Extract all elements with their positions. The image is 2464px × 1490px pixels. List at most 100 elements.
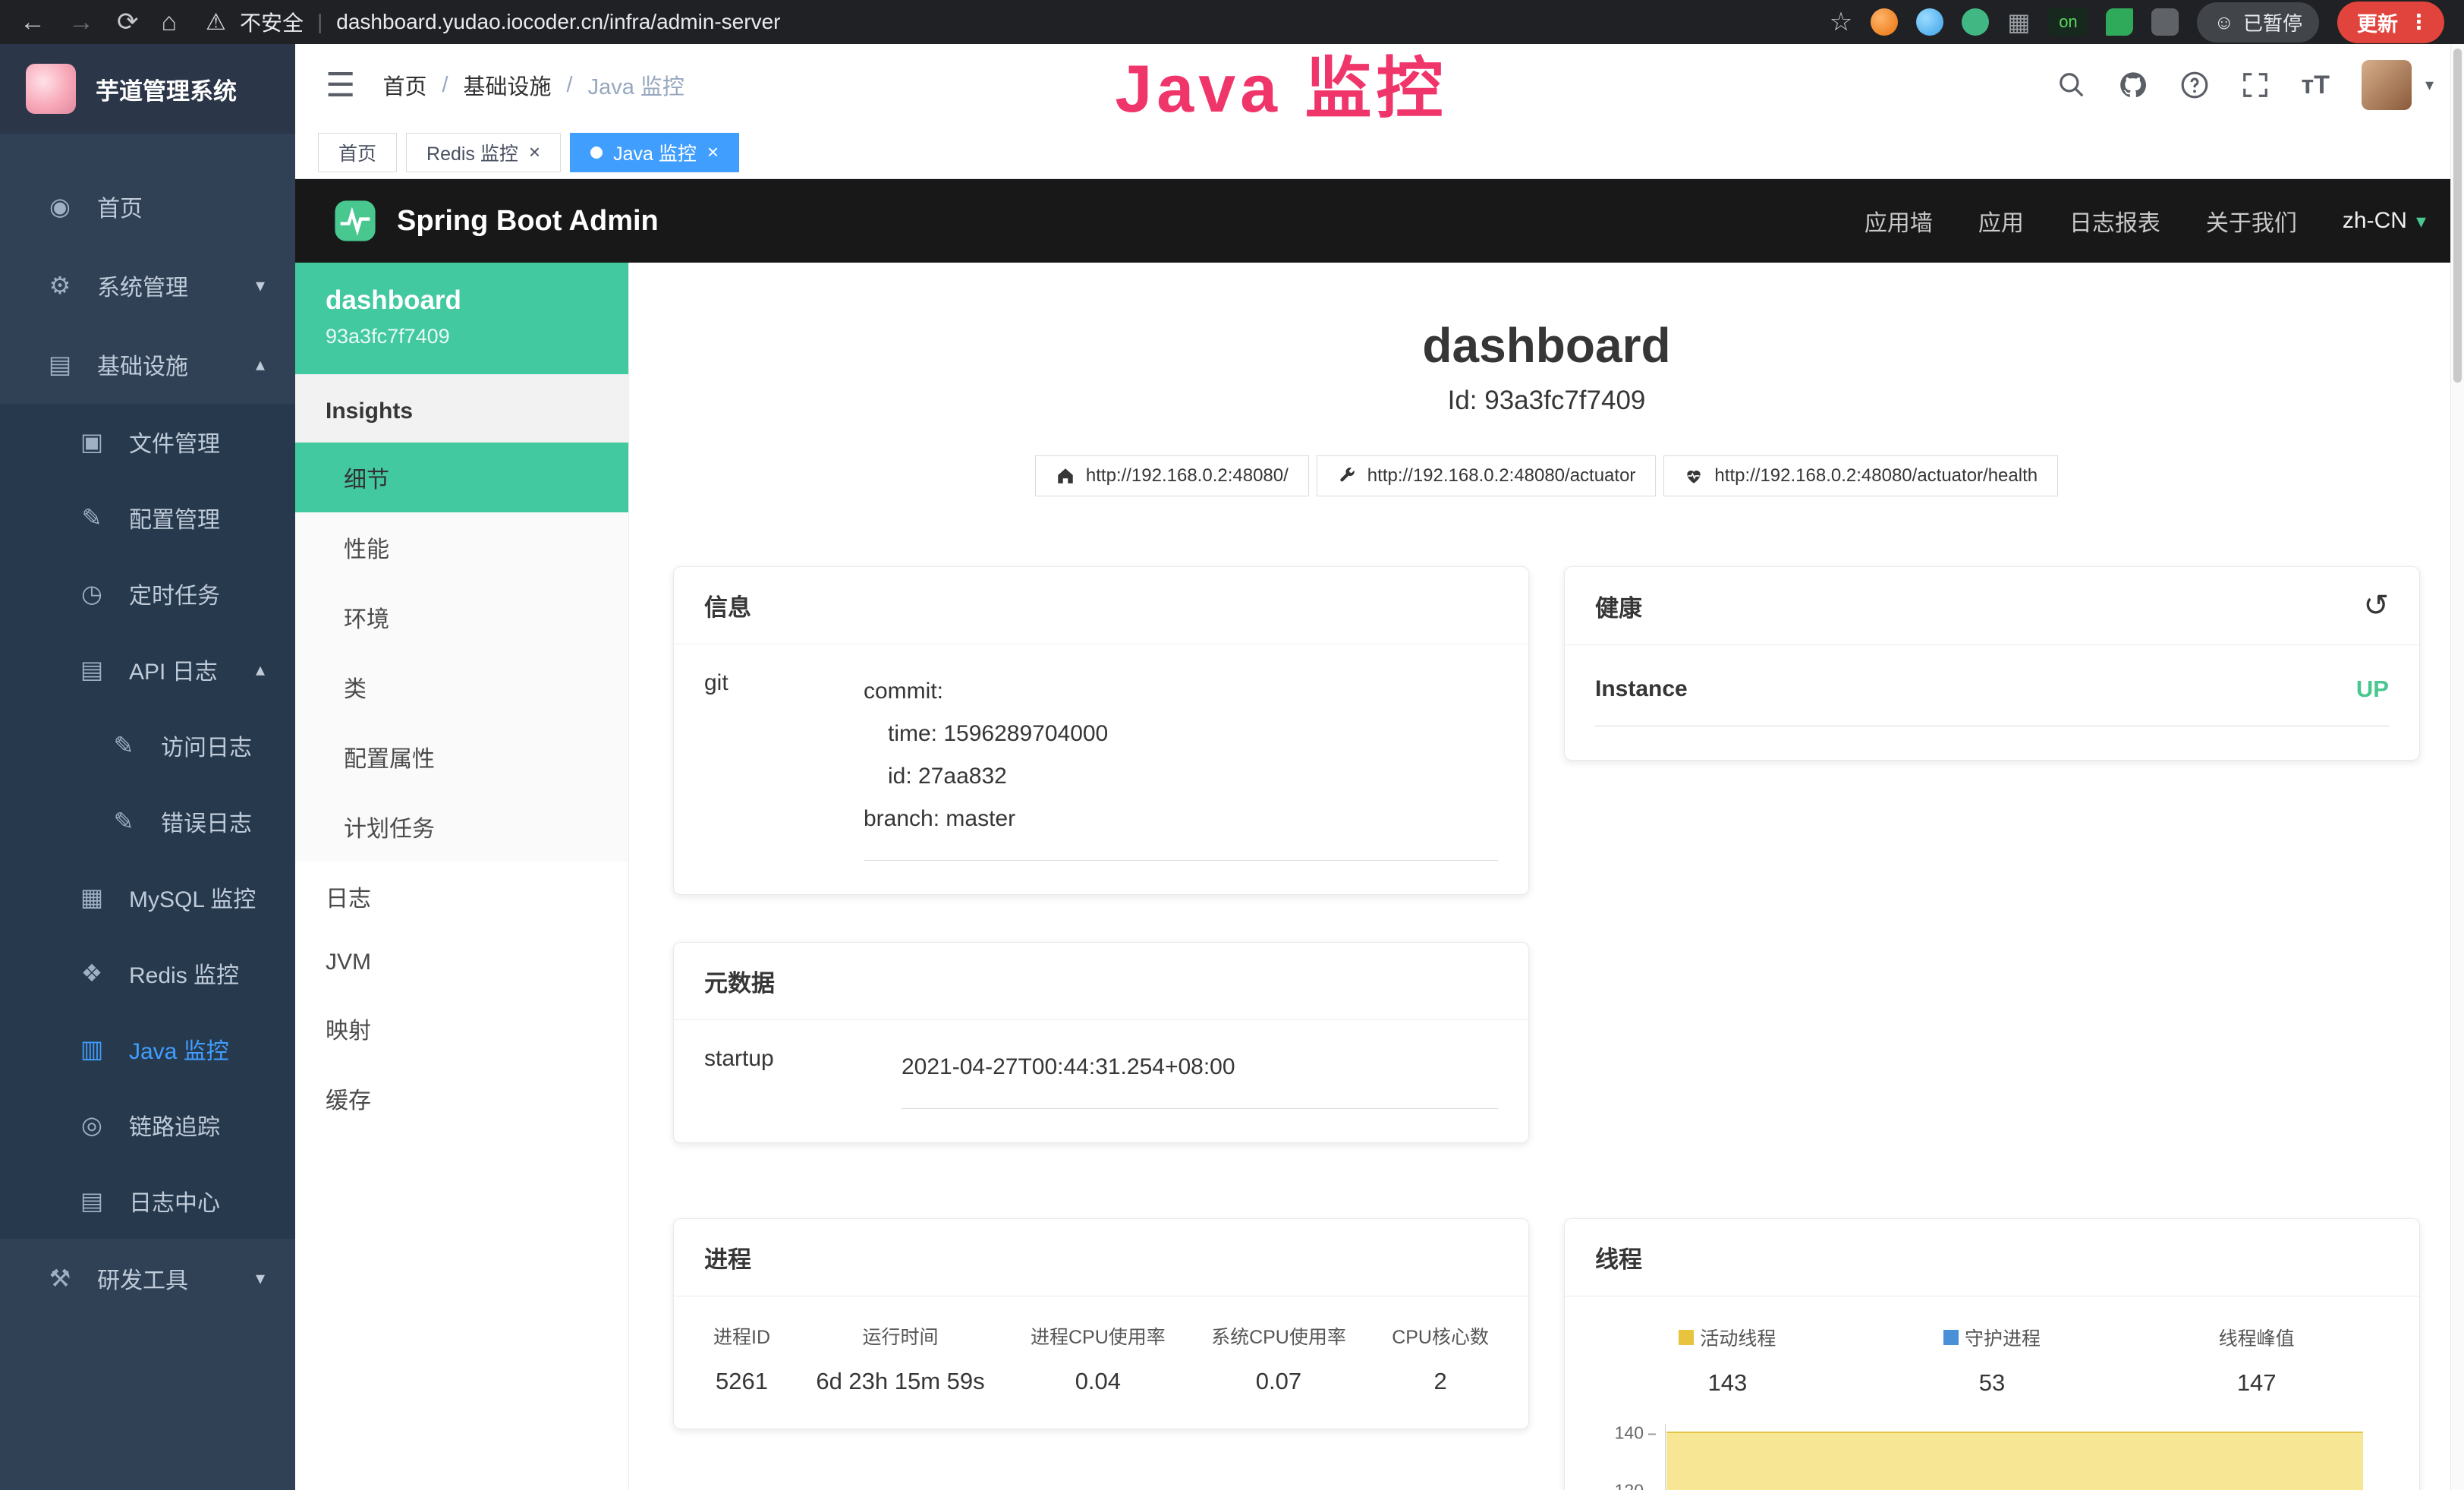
sidebar-logo-area[interactable]: 芋道管理系统 (0, 44, 295, 134)
sidebar-item-log-center[interactable]: ▤ 日志中心 (0, 1163, 295, 1239)
sba-menu-config-props[interactable]: 配置属性 (295, 722, 628, 792)
sba-nav-applications[interactable]: 应用 (1978, 204, 2024, 238)
avatar[interactable] (2362, 60, 2412, 110)
sba-menu-caches[interactable]: 缓存 (295, 1063, 628, 1133)
chevron-up-icon: ▴ (256, 354, 265, 376)
search-icon[interactable] (2057, 71, 2086, 99)
sba-instance-header[interactable]: dashboard 93a3fc7f7409 (295, 263, 628, 374)
address-bar[interactable]: ⚠ 不安全 | dashboard.yudao.iocoder.cn/infra… (206, 7, 780, 37)
sba-sidebar: dashboard 93a3fc7f7409 Insights 细节 性能 环境… (295, 263, 629, 1490)
sba-menu-logs[interactable]: 日志 (295, 862, 628, 931)
annotation-overlay-text: Java 监控 (1115, 35, 1447, 131)
link-label: http://192.168.0.2:48080/actuator/health (1714, 465, 2038, 487)
sidebar-item-config-management[interactable]: ✎ 配置管理 (0, 480, 295, 556)
sidebar-item-dev-tools[interactable]: ⚒ 研发工具 ▾ (0, 1239, 295, 1318)
extension-icon-orange[interactable] (1871, 8, 1898, 36)
extension-on-badge[interactable]: on (2048, 8, 2088, 36)
sba-nav-about[interactable]: 关于我们 (2206, 204, 2297, 238)
chevron-down-icon: ▾ (256, 275, 265, 297)
sba-menu-scheduled-tasks[interactable]: 计划任务 (295, 792, 628, 862)
forward-icon[interactable]: → (68, 8, 94, 37)
sidebar-item-home[interactable]: ◉ 首页 (0, 167, 295, 246)
sba-navbar: Spring Boot Admin 应用墙 应用 日志报表 关于我们 zh-CN… (295, 179, 2464, 263)
sidebar-item-file-management[interactable]: ▣ 文件管理 (0, 404, 295, 480)
instance-actuator-link[interactable]: http://192.168.0.2:48080/actuator (1317, 455, 1657, 496)
sidebar-item-tracing[interactable]: ◎ 链路追踪 (0, 1087, 295, 1163)
sba-menu-details[interactable]: 细节 (295, 443, 628, 512)
scrollbar-thumb[interactable] (2453, 49, 2462, 383)
threads-legend: 活动线程 143 守护进程 (1595, 1324, 2389, 1397)
help-icon[interactable] (2180, 71, 2209, 99)
gear-icon: ⚙ (44, 271, 76, 300)
fullscreen-icon[interactable] (2241, 71, 2270, 99)
sba-nav-journal[interactable]: 日志报表 (2069, 204, 2160, 238)
chrome-update-button[interactable]: 更新 ⋮ (2337, 2, 2444, 43)
sidebar-item-label: Java 监控 (129, 1032, 229, 1066)
back-icon[interactable]: ← (20, 8, 46, 37)
github-icon[interactable] (2118, 70, 2148, 100)
sba-menu-jvm[interactable]: JVM (295, 931, 628, 994)
sidebar-item-error-logs[interactable]: ✎ 错误日志 (0, 783, 295, 859)
extensions-puzzle-icon[interactable] (2151, 8, 2179, 36)
reload-icon[interactable]: ⟳ (117, 7, 139, 37)
close-icon[interactable]: × (707, 140, 719, 164)
sba-menu-group-insights: Insights (295, 374, 628, 443)
sba-menu-mappings[interactable]: 映射 (295, 994, 628, 1063)
process-card: 进程 进程ID 5261 运行时间 6d 23h 15m 59 (673, 1218, 1529, 1429)
instance-health-link[interactable]: http://192.168.0.2:48080/actuator/health (1663, 455, 2058, 496)
paused-badge[interactable]: ☺ 已暂停 (2197, 2, 2319, 43)
sidebar-item-scheduled-tasks[interactable]: ◷ 定时任务 (0, 556, 295, 632)
tab-java-monitor[interactable]: Java 监控 × (570, 133, 739, 172)
sidebar-item-redis-monitor[interactable]: ❖ Redis 监控 (0, 935, 295, 1011)
home-icon[interactable]: ⌂ (162, 8, 178, 37)
font-size-icon[interactable]: тT (2302, 71, 2330, 100)
sba-nav-wall[interactable]: 应用墙 (1865, 204, 1933, 238)
main-column: ☰ 首页 / 基础设施 / Java 监控 (295, 44, 2464, 1490)
target-icon: ◎ (76, 1110, 108, 1139)
history-icon[interactable]: ↺ (2363, 588, 2389, 623)
sba-brand[interactable]: Spring Boot Admin (333, 199, 659, 243)
health-instance-row[interactable]: Instance UP (1595, 676, 2389, 726)
update-button-label: 更新 (2357, 8, 2398, 37)
sidebar-item-infrastructure[interactable]: ▤ 基础设施 ▴ (0, 325, 295, 404)
sidebar-item-java-monitor[interactable]: ▥ Java 监控 (0, 1011, 295, 1087)
home-icon (1056, 466, 1075, 486)
page-scrollbar[interactable] (2450, 44, 2464, 1490)
instance-base-url-link[interactable]: http://192.168.0.2:48080/ (1035, 455, 1309, 496)
legend-value: 53 (1860, 1369, 2125, 1397)
extension-icon-drop[interactable] (1916, 8, 1943, 36)
not-secure-warning-icon: ⚠ (206, 9, 226, 36)
extension-icon-grid[interactable]: ▦ (2007, 8, 2030, 36)
sba-menu-metrics[interactable]: 性能 (295, 512, 628, 582)
sidebar-collapse-icon[interactable]: ☰ (326, 66, 355, 105)
sidebar-item-system-management[interactable]: ⚙ 系统管理 ▾ (0, 246, 295, 325)
health-card-title: 健康 (1595, 589, 1642, 623)
info-card: 信息 git commit: time: 1596289704000 id: 2… (673, 566, 1529, 895)
sidebar-item-label: 定时任务 (129, 577, 220, 610)
tab-home[interactable]: 首页 (318, 133, 397, 172)
metadata-card-body: startup 2021-04-27T00:44:31.254+08:00 (674, 1020, 1528, 1142)
live-threads-area (1666, 1432, 2363, 1490)
tab-redis-monitor[interactable]: Redis 监控 × (406, 133, 561, 172)
spring-boot-admin: Spring Boot Admin 应用墙 应用 日志报表 关于我们 zh-CN… (295, 179, 2464, 1490)
tools-icon: ⚒ (44, 1264, 76, 1293)
sba-menu-environment[interactable]: 环境 (295, 582, 628, 652)
extension-icon-vue-devtools[interactable] (1962, 8, 1989, 36)
sidebar-item-label: 文件管理 (129, 425, 220, 458)
sidebar-item-access-logs[interactable]: ✎ 访问日志 (0, 707, 295, 783)
sidebar-item-api-logs[interactable]: ▤ API 日志 ▴ (0, 632, 295, 707)
close-icon[interactable]: × (529, 140, 540, 164)
process-col-value: 2 (1392, 1368, 1489, 1395)
health-status-badge: UP (2356, 676, 2389, 703)
breadcrumb-home[interactable]: 首页 (382, 69, 426, 101)
legend-label: 活动线程 (1700, 1324, 1776, 1351)
sba-menu-classes[interactable]: 类 (295, 652, 628, 722)
sba-locale-select[interactable]: zh-CN ▾ (2343, 208, 2426, 234)
sidebar-item-mysql-monitor[interactable]: ▦ MySQL 监控 (0, 859, 295, 935)
extension-icon-leaf[interactable] (2106, 8, 2133, 36)
bookmark-star-icon[interactable]: ☆ (1830, 7, 1852, 37)
sidebar-item-label: 首页 (97, 190, 143, 223)
kebab-menu-icon: ⋮ (2409, 11, 2429, 34)
sba-body: dashboard 93a3fc7f7409 Insights 细节 性能 环境… (295, 263, 2464, 1490)
breadcrumb-infrastructure[interactable]: 基础设施 (464, 69, 552, 101)
